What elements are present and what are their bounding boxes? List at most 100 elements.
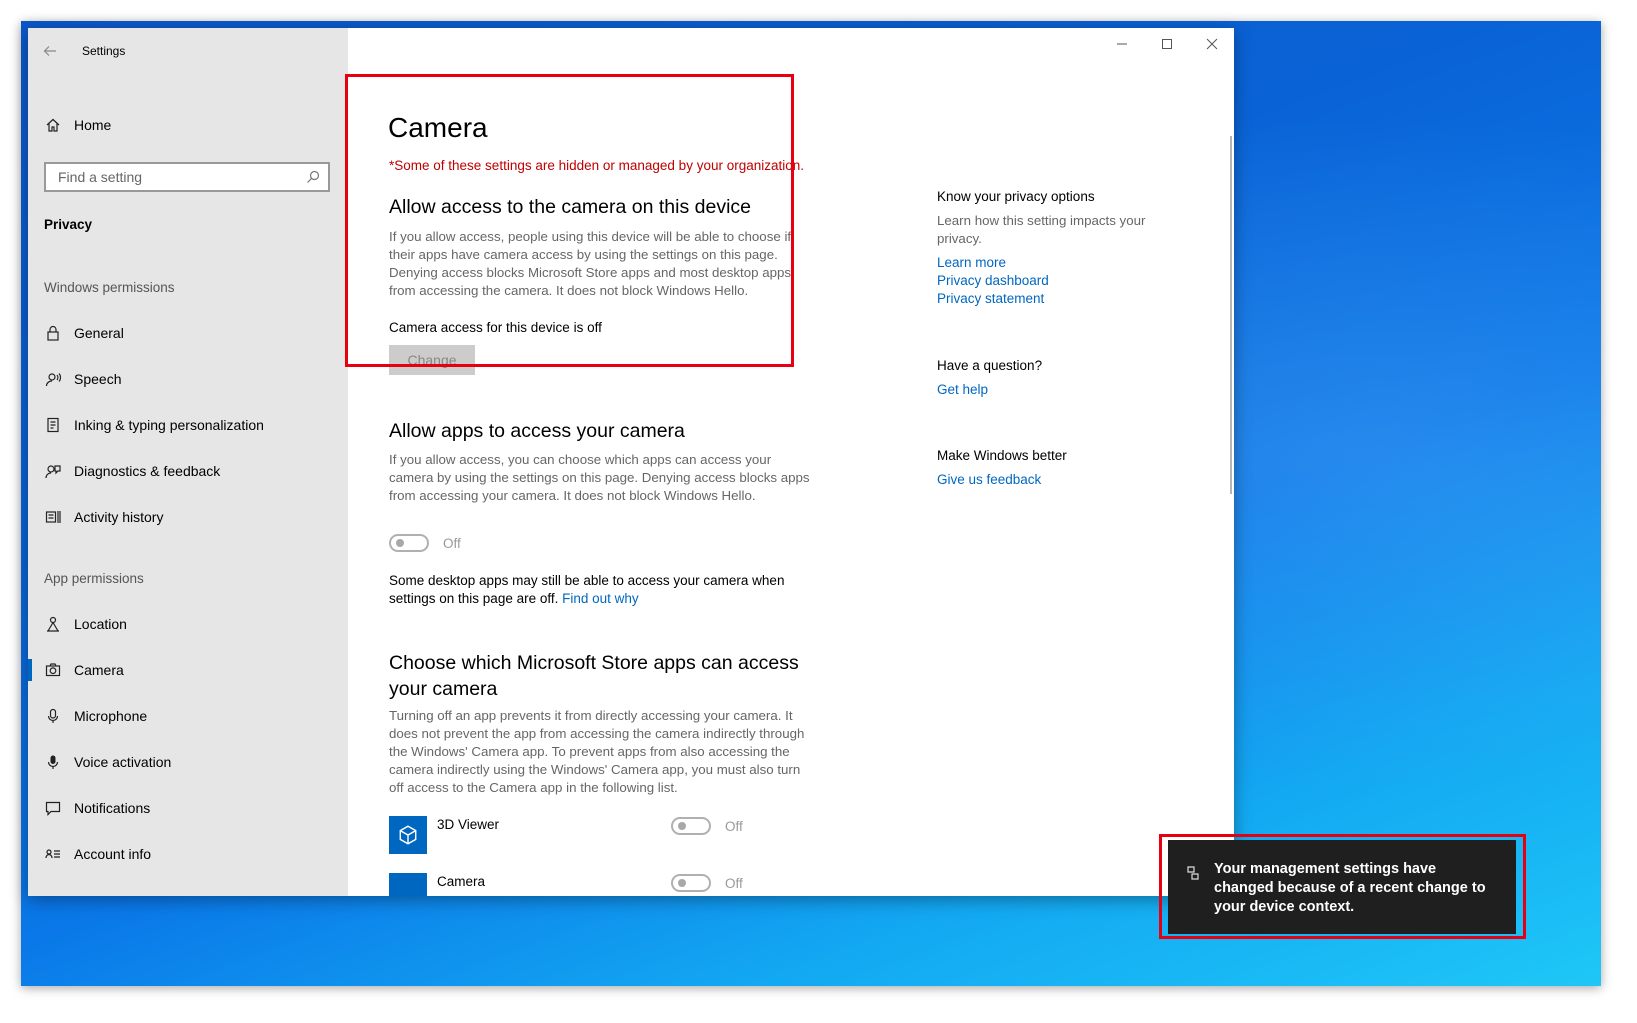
privacy-dashboard-link[interactable]: Privacy dashboard: [937, 272, 1167, 290]
speech-icon: [44, 370, 62, 388]
sidebar-item-location[interactable]: Location: [44, 612, 127, 636]
sidebar-item-microphone[interactable]: Microphone: [44, 704, 147, 728]
sidebar-item-label: Speech: [74, 371, 122, 387]
scrollbar[interactable]: [1230, 136, 1232, 494]
diagnostics-icon: [44, 462, 62, 480]
privacy-options-panel: Know your privacy options Learn how this…: [937, 189, 1167, 308]
device-access-heading: Allow access to the camera on this devic…: [389, 196, 752, 218]
microphone-icon: [44, 707, 62, 725]
camera-app-icon: [389, 873, 427, 896]
sidebar-item-label: General: [74, 325, 124, 341]
apps-access-toggle-label: Off: [443, 535, 461, 551]
apps-access-toggle[interactable]: [389, 534, 429, 552]
sidebar-item-label: Voice activation: [74, 754, 172, 770]
sidebar-item-label: Location: [74, 616, 127, 632]
sidebar-item-speech[interactable]: Speech: [44, 367, 121, 391]
device-access-status: Camera access for this device is off: [389, 320, 602, 335]
section-heading-privacy: Privacy: [44, 217, 93, 232]
privacy-options-desc: Learn how this setting impacts your priv…: [937, 213, 1146, 246]
page-title: Camera: [388, 112, 488, 143]
notification-toast[interactable]: Your management settings have changed be…: [1168, 840, 1516, 934]
sidebar-item-voice-activation[interactable]: Voice activation: [44, 750, 171, 774]
notifications-icon: [44, 799, 62, 817]
make-windows-better-heading: Make Windows better: [937, 448, 1067, 463]
store-apps-heading: Choose which Microsoft Store apps can ac…: [389, 652, 799, 700]
activity-icon: [44, 508, 62, 526]
privacy-options-heading: Know your privacy options: [937, 189, 1095, 204]
sidebar-item-label: Inking & typing personalization: [74, 417, 264, 433]
app-toggle-camera[interactable]: [671, 874, 711, 892]
apps-access-section: Allow apps to access your camera If you …: [389, 420, 814, 608]
sidebar-item-label: Account info: [74, 846, 152, 862]
get-help-link[interactable]: Get help: [937, 381, 1167, 399]
sidebar-item-activity[interactable]: Activity history: [44, 505, 163, 529]
windows-permissions-label: Windows permissions: [44, 280, 175, 295]
app-toggle-label: Off: [725, 875, 743, 891]
home-label: Home: [74, 117, 112, 133]
home-button[interactable]: Home: [44, 116, 111, 134]
window-controls: [1099, 28, 1234, 60]
question-panel: Have a question? Get help: [937, 358, 1167, 399]
sidebar-item-label: Microphone: [74, 708, 148, 724]
sidebar-item-inking[interactable]: Inking & typing personalization: [44, 413, 264, 437]
sidebar-item-label: Activity history: [74, 509, 164, 525]
sidebar-item-label: Camera: [74, 662, 124, 678]
inking-icon: [44, 416, 62, 434]
back-arrow-icon[interactable]: [40, 41, 60, 61]
minimize-icon[interactable]: [1099, 28, 1144, 60]
toggle-knob: [396, 539, 404, 547]
app-toggle-3d-viewer[interactable]: [671, 817, 711, 835]
search-icon[interactable]: [304, 168, 322, 186]
sidebar-item-camera[interactable]: Camera: [28, 658, 124, 682]
management-icon: [1184, 864, 1202, 882]
device-access-section: Allow access to the camera on this devic…: [389, 196, 814, 375]
3d-viewer-icon: [389, 816, 427, 854]
voice-icon: [44, 753, 62, 771]
question-heading: Have a question?: [937, 358, 1043, 373]
search-box: [44, 162, 330, 192]
toggle-knob: [678, 822, 686, 830]
store-apps-section: Choose which Microsoft Store apps can ac…: [389, 650, 814, 797]
app-name: Camera: [437, 874, 486, 889]
sidebar-item-label: Diagnostics & feedback: [74, 463, 221, 479]
toast-message: Your management settings have changed be…: [1214, 861, 1486, 915]
titlebar-left: Settings: [40, 36, 125, 66]
privacy-statement-link[interactable]: Privacy statement: [937, 290, 1167, 308]
app-title: Settings: [82, 44, 126, 58]
account-icon: [44, 845, 62, 863]
sidebar: Settings Home Privacy Windows permission…: [28, 28, 348, 896]
app-permissions-label: App permissions: [44, 571, 144, 586]
apps-access-heading: Allow apps to access your camera: [389, 420, 685, 442]
app-row-3d-viewer: 3D Viewer Off: [389, 816, 769, 856]
app-row-camera: Camera Off: [389, 873, 769, 896]
desktop-apps-note: Some desktop apps may still be able to a…: [389, 572, 814, 608]
sidebar-item-account-info[interactable]: Account info: [44, 842, 151, 866]
sidebar-item-label: Notifications: [74, 800, 151, 816]
org-managed-note: *Some of these settings are hidden or ma…: [389, 158, 805, 173]
camera-icon: [44, 661, 62, 679]
app-name: 3D Viewer: [437, 817, 500, 832]
app-toggle-label: Off: [725, 818, 743, 834]
apps-access-toggle-row: Off: [389, 534, 814, 552]
toggle-knob: [678, 879, 686, 887]
privacy-links: Learn more Privacy dashboard Privacy sta…: [937, 254, 1167, 308]
search-input[interactable]: [56, 168, 304, 186]
learn-more-link[interactable]: Learn more: [937, 254, 1167, 272]
app-toggle-row: Off: [671, 817, 743, 835]
settings-window: Settings Home Privacy Windows permission…: [28, 28, 1234, 896]
find-out-why-link[interactable]: Find out why: [562, 591, 639, 606]
maximize-icon[interactable]: [1144, 28, 1189, 60]
device-access-desc: If you allow access, people using this d…: [389, 229, 792, 298]
sidebar-item-general[interactable]: General: [44, 321, 124, 345]
change-button[interactable]: Change: [389, 345, 475, 375]
location-icon: [44, 615, 62, 633]
lock-icon: [44, 324, 62, 342]
close-icon[interactable]: [1189, 28, 1234, 60]
sidebar-item-notifications[interactable]: Notifications: [44, 796, 150, 820]
apps-access-desc: If you allow access, you can choose whic…: [389, 452, 810, 503]
give-feedback-link[interactable]: Give us feedback: [937, 471, 1167, 489]
store-apps-desc: Turning off an app prevents it from dire…: [389, 708, 805, 795]
home-icon: [44, 116, 62, 134]
app-toggle-row: Off: [671, 874, 743, 892]
sidebar-item-diagnostics[interactable]: Diagnostics & feedback: [44, 459, 220, 483]
